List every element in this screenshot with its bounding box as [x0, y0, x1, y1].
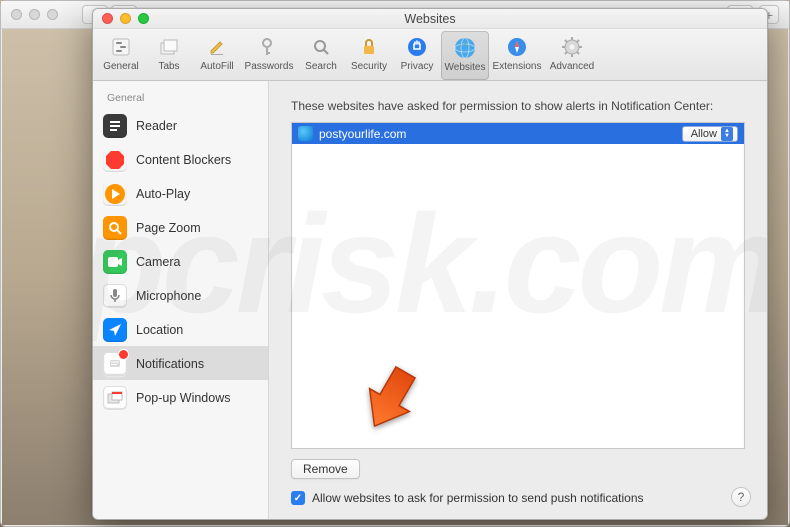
- toolbar-privacy[interactable]: Privacy: [393, 31, 441, 80]
- sidebar-item-page-zoom[interactable]: Page Zoom: [93, 210, 268, 244]
- content-header: These websites have asked for permission…: [291, 99, 745, 113]
- sidebar-item-label: Location: [136, 323, 183, 337]
- key-icon: [256, 34, 282, 60]
- toolbar-passwords[interactable]: Passwords: [241, 31, 297, 80]
- zoom-icon: [103, 216, 127, 240]
- website-domain: postyourlife.com: [319, 127, 676, 141]
- magnifier-icon: [308, 34, 334, 60]
- permission-select[interactable]: Allow ▲▼: [682, 126, 738, 142]
- sidebar-item-label: Auto-Play: [136, 187, 190, 201]
- sidebar-item-auto-play[interactable]: Auto-Play: [93, 176, 268, 210]
- sidebar-item-label: Content Blockers: [136, 153, 231, 167]
- sidebar-item-label: Page Zoom: [136, 221, 201, 235]
- toolbar-label: Privacy: [401, 61, 434, 72]
- toolbar-label: Extensions: [493, 61, 542, 72]
- sidebar-item-microphone[interactable]: Microphone: [93, 278, 268, 312]
- hand-icon: [404, 34, 430, 60]
- checkbox-label: Allow websites to ask for permission to …: [312, 491, 644, 505]
- toolbar-general[interactable]: General: [97, 31, 145, 80]
- play-icon: [103, 182, 127, 206]
- switches-icon: [108, 34, 134, 60]
- toolbar-websites[interactable]: Websites: [441, 31, 489, 80]
- toolbar-extensions[interactable]: Extensions: [489, 31, 545, 80]
- toolbar-search[interactable]: Search: [297, 31, 345, 80]
- permission-value: Allow: [691, 128, 717, 140]
- toolbar-tabs[interactable]: Tabs: [145, 31, 193, 80]
- chevron-updown-icon: ▲▼: [721, 127, 733, 141]
- close-icon[interactable]: [102, 13, 113, 24]
- compass-icon: [504, 34, 530, 60]
- mic-icon: [103, 284, 127, 308]
- sidebar-group-label: General: [93, 91, 268, 108]
- content-pane: These websites have asked for permission…: [269, 81, 767, 519]
- camera-icon: [103, 250, 127, 274]
- close-icon[interactable]: [11, 9, 22, 20]
- preferences-window: Websites General Tabs AutoFill Passwords…: [92, 8, 768, 520]
- notification-badge-icon: [119, 350, 128, 359]
- sidebar-item-label: Pop-up Windows: [136, 391, 231, 405]
- toolbar-security[interactable]: Security: [345, 31, 393, 80]
- toolbar-label: Websites: [445, 62, 486, 73]
- sidebar-item-label: Notifications: [136, 357, 204, 371]
- globe-icon: [452, 35, 478, 61]
- sidebar-item-reader[interactable]: Reader: [93, 108, 268, 142]
- help-button[interactable]: ?: [731, 487, 751, 507]
- minimize-icon[interactable]: [29, 9, 40, 20]
- website-row[interactable]: postyourlife.com Allow ▲▼: [292, 123, 744, 144]
- preferences-titlebar: Websites: [93, 9, 767, 29]
- toolbar-advanced[interactable]: Advanced: [545, 31, 599, 80]
- toolbar-label: General: [103, 61, 139, 72]
- traffic-lights-inactive: [11, 9, 58, 20]
- popup-icon: [103, 386, 127, 410]
- sidebar-item-notifications[interactable]: Notifications: [93, 346, 268, 380]
- stop-icon: [103, 148, 127, 172]
- sidebar-item-popup-windows[interactable]: Pop-up Windows: [93, 380, 268, 414]
- sidebar-item-label: Camera: [136, 255, 180, 269]
- zoom-icon[interactable]: [47, 9, 58, 20]
- sidebar-item-location[interactable]: Location: [93, 312, 268, 346]
- toolbar-label: Search: [305, 61, 337, 72]
- reader-icon: [103, 114, 127, 138]
- preferences-toolbar: General Tabs AutoFill Passwords Search S…: [93, 29, 767, 81]
- toolbar-label: Advanced: [550, 61, 594, 72]
- window-title: Websites: [404, 12, 455, 26]
- favicon-icon: [298, 126, 313, 141]
- lock-icon: [356, 34, 382, 60]
- sidebar-item-label: Microphone: [136, 289, 201, 303]
- allow-checkbox-row[interactable]: ✓ Allow websites to ask for permission t…: [291, 491, 745, 505]
- gear-icon: [559, 34, 585, 60]
- zoom-icon[interactable]: [138, 13, 149, 24]
- toolbar-label: AutoFill: [200, 61, 233, 72]
- website-list[interactable]: postyourlife.com Allow ▲▼: [291, 122, 745, 449]
- tabs-icon: [156, 34, 182, 60]
- toolbar-label: Passwords: [245, 61, 294, 72]
- minimize-icon[interactable]: [120, 13, 131, 24]
- sidebar: General Reader Content Blockers Auto-Pla…: [93, 81, 269, 519]
- pencil-icon: [204, 34, 230, 60]
- sidebar-item-label: Reader: [136, 119, 177, 133]
- toolbar-label: Tabs: [158, 61, 179, 72]
- toolbar-label: Security: [351, 61, 387, 72]
- sidebar-item-content-blockers[interactable]: Content Blockers: [93, 142, 268, 176]
- sidebar-item-camera[interactable]: Camera: [93, 244, 268, 278]
- checkbox-checked-icon[interactable]: ✓: [291, 491, 305, 505]
- location-icon: [103, 318, 127, 342]
- remove-button[interactable]: Remove: [291, 459, 360, 479]
- toolbar-autofill[interactable]: AutoFill: [193, 31, 241, 80]
